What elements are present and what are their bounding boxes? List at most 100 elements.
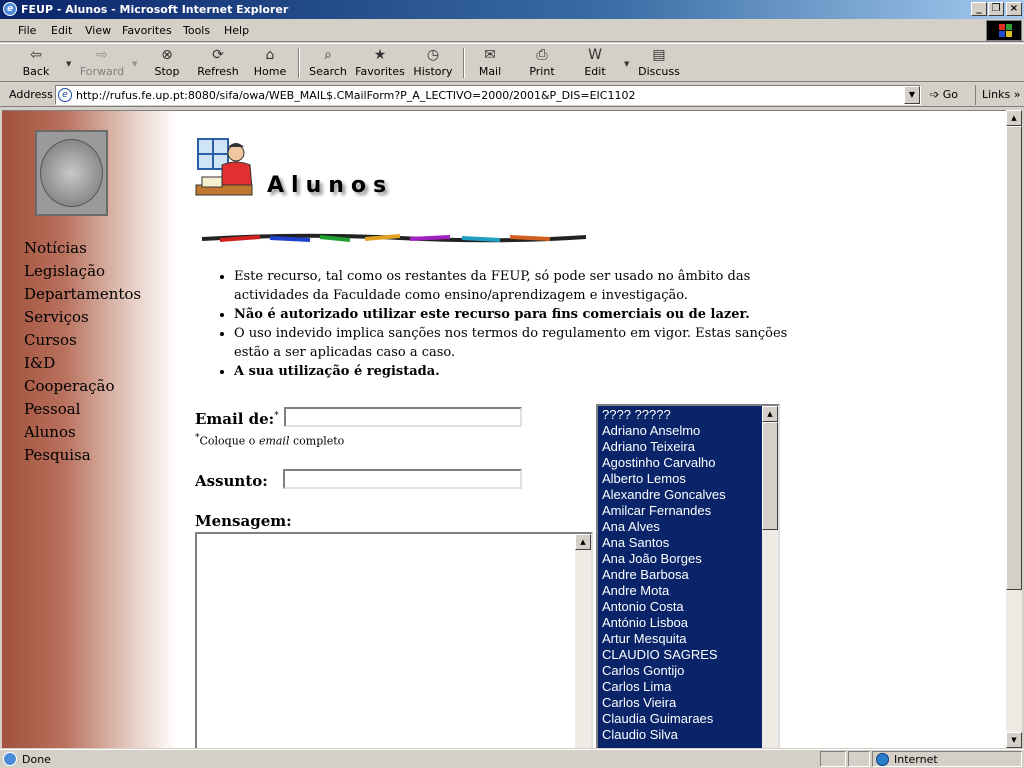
stop-icon: ⊗ xyxy=(161,47,173,63)
recipient-option[interactable]: Ana Santos xyxy=(602,535,762,551)
message-scrollbar[interactable]: ▲ xyxy=(575,534,591,748)
menu-tools[interactable]: Tools xyxy=(183,24,210,37)
recipient-option[interactable]: ???? ????? xyxy=(602,407,762,423)
sidebar-item-noticias[interactable]: Notícias xyxy=(24,237,141,260)
recipient-option[interactable]: Ana Alves xyxy=(602,519,762,535)
recipient-option[interactable]: Ana João Borges xyxy=(602,551,762,567)
subject-field[interactable] xyxy=(283,469,522,489)
sidebar-item-cooperacao[interactable]: Cooperação xyxy=(24,375,141,398)
recipients-listbox[interactable]: ???? ????? Adriano Anselmo Adriano Teixeir… xyxy=(596,404,780,748)
recipient-option[interactable]: Adriano Anselmo xyxy=(602,423,762,439)
edit-icon: W xyxy=(588,47,602,63)
forward-button[interactable]: ⇨ Forward xyxy=(76,46,128,81)
links-button[interactable]: Links » xyxy=(975,85,1021,105)
menu-favorites[interactable]: Favorites xyxy=(122,24,172,37)
windows-logo-icon xyxy=(986,20,1022,41)
student-illustration-icon xyxy=(195,138,253,196)
back-arrow-icon: ⇦ xyxy=(30,47,42,63)
recipient-option[interactable]: António Lisboa xyxy=(602,615,762,631)
scroll-thumb[interactable] xyxy=(762,422,778,530)
close-button[interactable]: × xyxy=(1006,2,1022,16)
recipient-option[interactable]: Alexandre Goncalves xyxy=(602,487,762,503)
scroll-up-icon[interactable]: ▲ xyxy=(1006,110,1022,126)
recipient-option[interactable]: Carlos Gontijo xyxy=(602,663,762,679)
mail-button[interactable]: ✉ Mail xyxy=(474,46,506,81)
address-dropdown-icon[interactable]: ▼ xyxy=(904,86,920,104)
menu-bar: File Edit View Favorites Tools Help xyxy=(0,19,1024,42)
sidebar-item-cursos[interactable]: Cursos xyxy=(24,329,141,352)
recipient-option[interactable]: Carlos Vieira xyxy=(602,695,762,711)
printer-icon: ⎙ xyxy=(536,47,548,63)
internet-zone-icon xyxy=(876,753,889,766)
toolbar-separator xyxy=(298,48,300,78)
back-dropdown-icon[interactable]: ▼ xyxy=(66,60,71,68)
go-button[interactable]: ➩ Go xyxy=(930,88,958,101)
title-bar: e FEUP - Alunos - Microsoft Internet Exp… xyxy=(0,0,1024,19)
sidebar-item-legislacao[interactable]: Legislação xyxy=(24,260,141,283)
restore-button[interactable]: ❐ xyxy=(988,2,1004,16)
history-button[interactable]: ◷ History xyxy=(412,46,454,81)
recipient-option[interactable]: Antonio Costa xyxy=(602,599,762,615)
recipient-option[interactable]: Agostinho Carvalho xyxy=(602,455,762,471)
edit-button[interactable]: W Edit xyxy=(580,46,610,81)
back-button[interactable]: ⇦ Back xyxy=(14,46,58,81)
subject-label: Assunto: xyxy=(195,472,268,490)
print-button[interactable]: ⎙ Print xyxy=(524,46,560,81)
scroll-down-icon[interactable]: ▼ xyxy=(1006,732,1022,748)
recipient-option[interactable]: Adriano Teixeira xyxy=(602,439,762,455)
recipient-option[interactable]: Andre Barbosa xyxy=(602,567,762,583)
refresh-icon: ⟳ xyxy=(212,47,224,63)
recipient-option[interactable]: Claudio Silva xyxy=(602,727,762,743)
sidebar-item-pesquisa[interactable]: Pesquisa xyxy=(24,444,141,467)
menu-file[interactable]: File xyxy=(18,24,36,37)
address-url: http://rufus.fe.up.pt:8080/sifa/owa/WEB_… xyxy=(76,89,636,102)
discuss-button[interactable]: ▤ Discuss xyxy=(638,46,680,81)
recipient-option[interactable]: Carlos Lima xyxy=(602,679,762,695)
scroll-up-icon[interactable]: ▲ xyxy=(575,534,591,550)
message-textarea[interactable]: ▲ xyxy=(195,532,593,748)
recipient-option[interactable]: Claudia Guimaraes xyxy=(602,711,762,727)
sidebar-nav: Notícias Legislação Departamentos Serviç… xyxy=(24,237,141,467)
email-field[interactable] xyxy=(284,407,522,427)
discuss-icon: ▤ xyxy=(652,47,666,63)
page-scrollbar[interactable]: ▲ ▼ xyxy=(1006,110,1022,748)
recipient-option[interactable]: Amilcar Fernandes xyxy=(602,503,762,519)
recipients-scrollbar[interactable]: ▲ xyxy=(762,406,778,748)
sidebar-item-pessoal[interactable]: Pessoal xyxy=(24,398,141,421)
scroll-up-icon[interactable]: ▲ xyxy=(762,406,778,422)
recipient-option[interactable]: Artur Mesquita xyxy=(602,631,762,647)
page-title: Alunos xyxy=(267,173,394,198)
decorative-stripe xyxy=(201,233,587,243)
toolbar: ⇦ Back ▼ ⇨ Forward ▼ ⊗ Stop ⟳ Refresh ⌂ … xyxy=(0,43,1024,82)
edit-dropdown-icon[interactable]: ▼ xyxy=(624,60,629,68)
menu-view[interactable]: View xyxy=(85,24,111,37)
search-button[interactable]: ⌕ Search xyxy=(308,46,348,81)
refresh-button[interactable]: ⟳ Refresh xyxy=(194,46,242,81)
stop-button[interactable]: ⊗ Stop xyxy=(148,46,186,81)
recipient-option[interactable]: CLAUDIO SAGRES xyxy=(602,647,762,663)
menu-edit[interactable]: Edit xyxy=(51,24,72,37)
toolbar-separator xyxy=(463,48,465,78)
recipient-option[interactable]: Andre Mota xyxy=(602,583,762,599)
window-title: FEUP - Alunos - Microsoft Internet Explo… xyxy=(21,3,289,16)
forward-arrow-icon: ⇨ xyxy=(96,47,108,63)
forward-dropdown-icon[interactable]: ▼ xyxy=(132,60,137,68)
recipients-list: ???? ????? Adriano Anselmo Adriano Teixeir… xyxy=(602,407,762,743)
sidebar-item-id[interactable]: I&D xyxy=(24,352,141,375)
chevron-right-icon: » xyxy=(1013,88,1021,101)
page-content: Notícias Legislação Departamentos Serviç… xyxy=(2,110,1006,748)
favorites-button[interactable]: ★ Favorites xyxy=(355,46,405,81)
sidebar-item-alunos[interactable]: Alunos xyxy=(24,421,141,444)
minimize-button[interactable]: _ xyxy=(971,2,987,16)
ie-icon: e xyxy=(3,2,17,16)
university-seal-icon xyxy=(40,139,103,207)
scroll-thumb[interactable] xyxy=(1006,126,1022,590)
status-text: Done xyxy=(22,753,51,766)
sidebar-item-servicos[interactable]: Serviços xyxy=(24,306,141,329)
home-button[interactable]: ⌂ Home xyxy=(252,46,288,81)
address-input[interactable]: e http://rufus.fe.up.pt:8080/sifa/owa/WE… xyxy=(55,85,921,105)
menu-help[interactable]: Help xyxy=(224,24,249,37)
sidebar-item-departamentos[interactable]: Departamentos xyxy=(24,283,141,306)
recipient-option[interactable]: Alberto Lemos xyxy=(602,471,762,487)
status-panel xyxy=(820,751,846,767)
